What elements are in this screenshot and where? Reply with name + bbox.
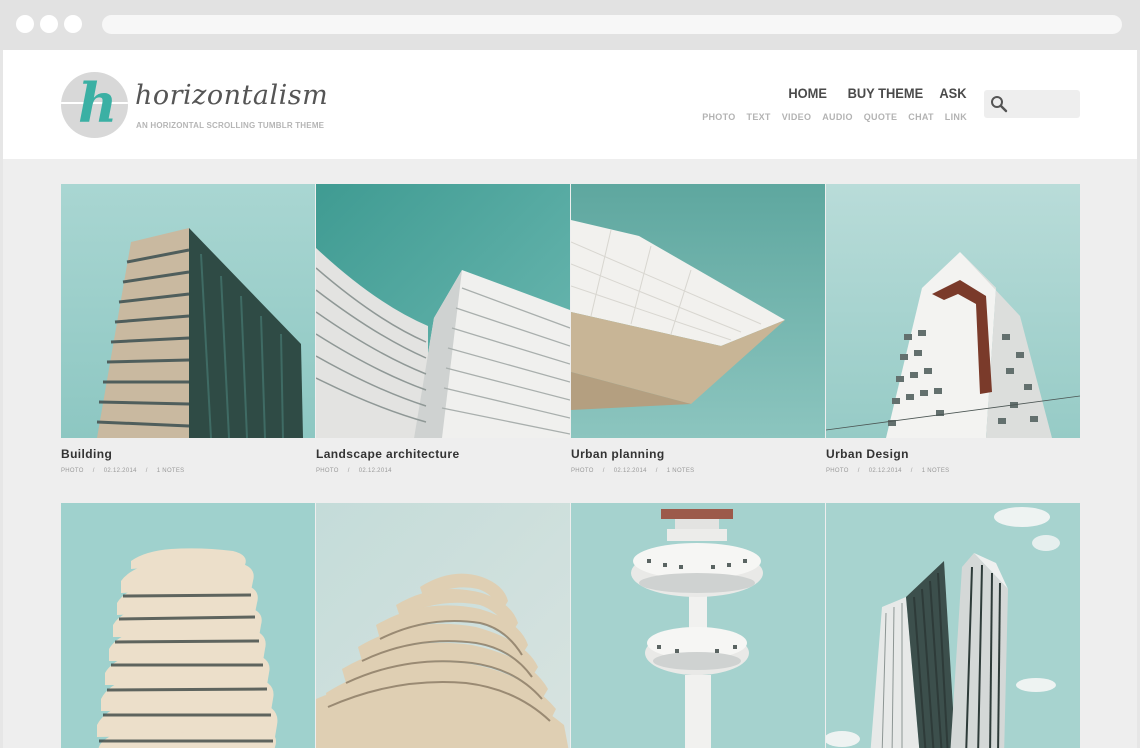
post-date[interactable]: 02.12.2014 <box>359 468 392 474</box>
site-tagline: AN HORIZONTAL SCROLLING TUMBLR THEME <box>136 121 325 130</box>
post-type[interactable]: PHOTO <box>316 468 339 474</box>
logo-icon[interactable]: h <box>61 72 128 138</box>
post-type[interactable]: PHOTO <box>826 468 849 474</box>
filter-text-link[interactable]: TEXT <box>747 112 771 122</box>
post-title[interactable]: Landscape architecture <box>316 447 460 461</box>
post-photo[interactable] <box>316 503 570 748</box>
nav-ask-link[interactable]: ASK <box>940 85 967 101</box>
main-nav: HOME BUY THEME ASK <box>785 85 967 101</box>
meta-separator: / <box>145 468 148 474</box>
post-meta: PHOTO / 02.12.2014 / 1 NOTES <box>826 468 958 474</box>
post-notes[interactable]: 1 NOTES <box>922 468 950 474</box>
post-meta: PHOTO / 02.12.2014 / 1 NOTES <box>61 468 193 474</box>
post-title[interactable]: Urban Design <box>826 447 909 461</box>
meta-separator: / <box>347 468 350 474</box>
meta-separator: / <box>602 468 605 474</box>
post-photo[interactable] <box>826 184 1080 438</box>
window-minimize-dot[interactable] <box>40 15 58 33</box>
post-date[interactable]: 02.12.2014 <box>869 468 902 474</box>
meta-separator: / <box>857 468 860 474</box>
logo-letter: h <box>78 72 118 135</box>
filter-audio-link[interactable]: AUDIO <box>822 112 853 122</box>
window-maximize-dot[interactable] <box>64 15 82 33</box>
post-photo[interactable] <box>61 184 315 438</box>
post-type[interactable]: PHOTO <box>61 468 84 474</box>
filter-chat-link[interactable]: CHAT <box>908 112 934 122</box>
meta-separator: / <box>655 468 658 474</box>
search-box[interactable] <box>984 90 1080 118</box>
post-meta: PHOTO / 02.12.2014 <box>316 468 410 474</box>
filter-video-link[interactable]: VIDEO <box>782 112 812 122</box>
search-input[interactable] <box>1012 94 1074 114</box>
meta-separator: / <box>92 468 95 474</box>
post-type-nav: PHOTO TEXT VIDEO AUDIO QUOTE CHAT LINK <box>702 112 967 122</box>
post-notes[interactable]: 1 NOTES <box>157 468 185 474</box>
window-close-dot[interactable] <box>16 15 34 33</box>
page-viewport: h horizontalism AN HORIZONTAL SCROLLING … <box>3 50 1137 748</box>
filter-link-link[interactable]: LINK <box>945 112 967 122</box>
filter-photo-link[interactable]: PHOTO <box>702 112 735 122</box>
post-date[interactable]: 02.12.2014 <box>614 468 647 474</box>
nav-buy-theme-link[interactable]: BUY THEME <box>848 85 924 101</box>
post-photo[interactable] <box>826 503 1080 748</box>
search-icon[interactable] <box>990 95 1008 113</box>
post-photo[interactable] <box>316 184 570 438</box>
post-title[interactable]: Building <box>61 447 112 461</box>
site-header: h horizontalism AN HORIZONTAL SCROLLING … <box>3 50 1137 159</box>
post-title[interactable]: Urban planning <box>571 447 665 461</box>
post-meta: PHOTO / 02.12.2014 / 1 NOTES <box>571 468 703 474</box>
post-photo[interactable] <box>571 184 825 438</box>
browser-chrome <box>0 0 1140 50</box>
nav-home-link[interactable]: HOME <box>789 85 828 101</box>
post-type[interactable]: PHOTO <box>571 468 594 474</box>
post-photo[interactable] <box>571 503 825 748</box>
site-title[interactable]: horizontalism <box>135 80 328 111</box>
post-notes[interactable]: 1 NOTES <box>667 468 695 474</box>
post-photo[interactable] <box>61 503 315 748</box>
post-date[interactable]: 02.12.2014 <box>104 468 137 474</box>
address-bar[interactable] <box>102 15 1122 34</box>
filter-quote-link[interactable]: QUOTE <box>864 112 898 122</box>
meta-separator: / <box>910 468 913 474</box>
